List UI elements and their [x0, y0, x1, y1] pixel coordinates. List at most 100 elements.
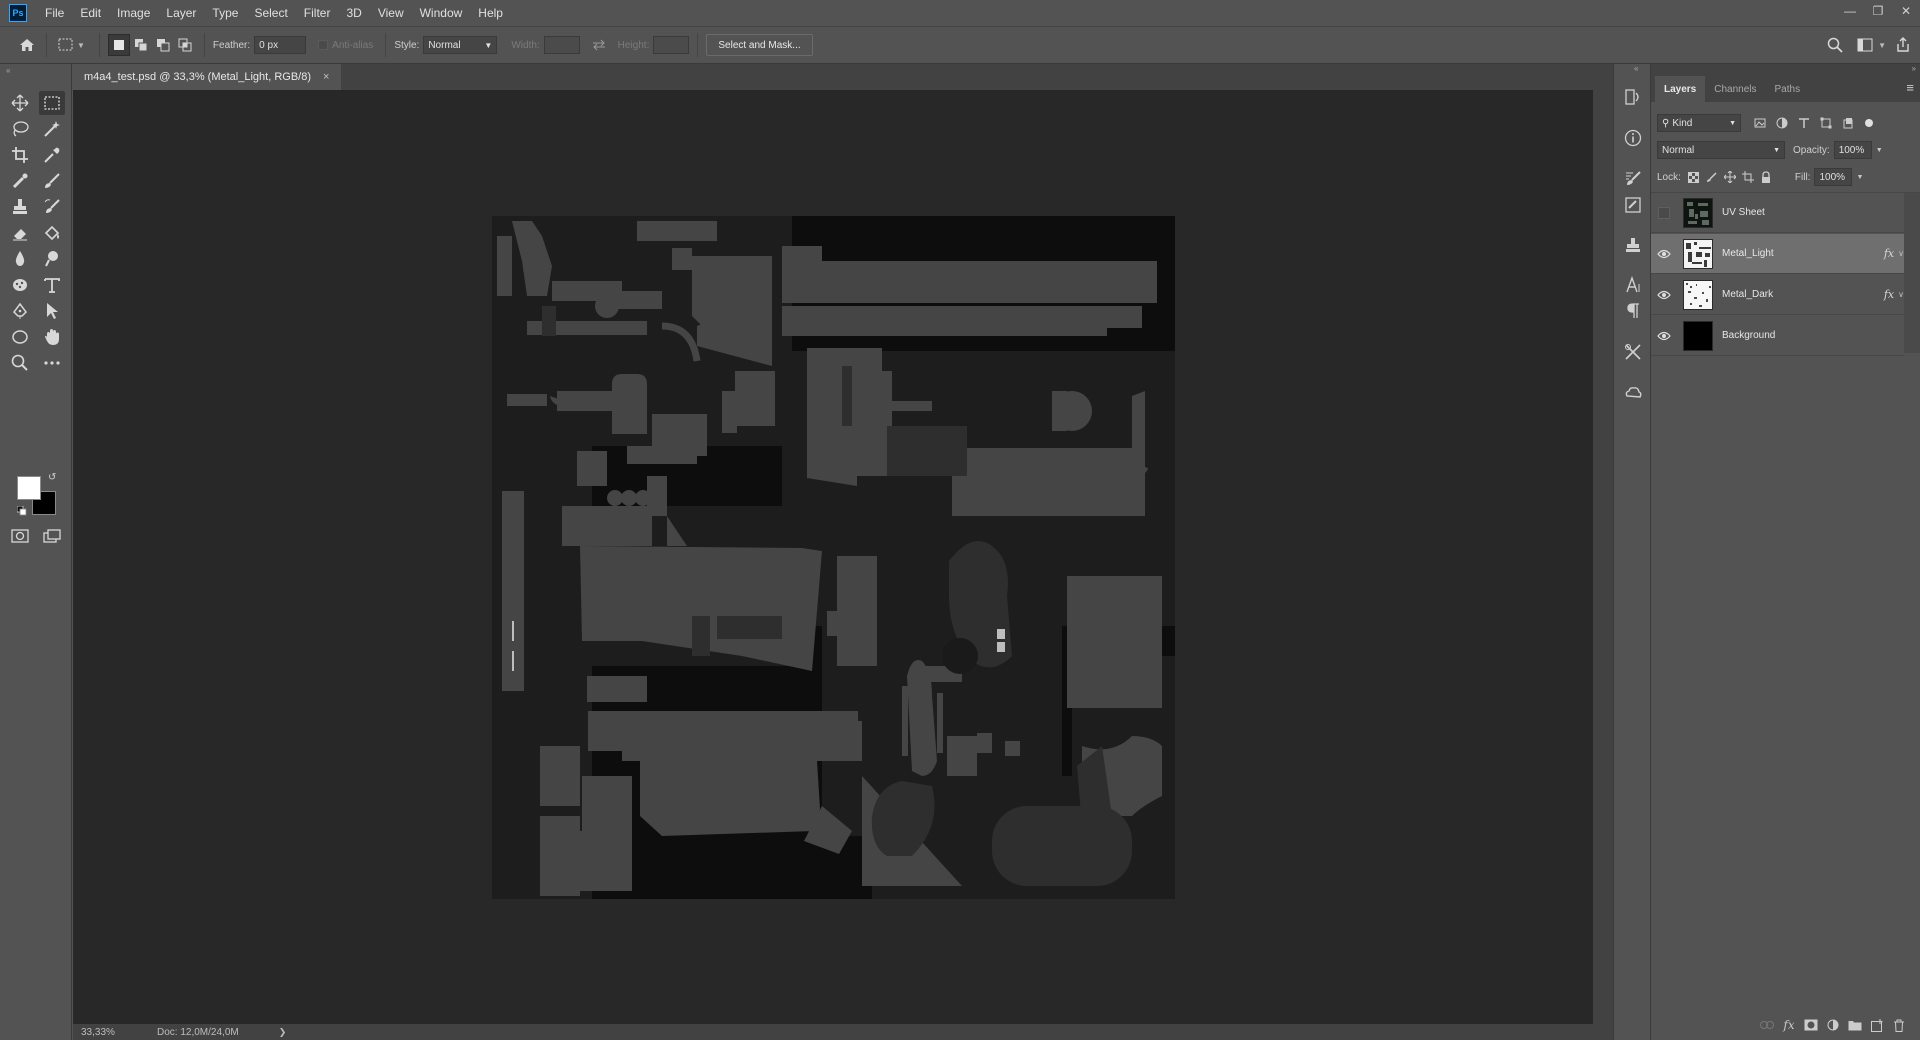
close-icon[interactable]: ✕	[1892, 0, 1920, 22]
menu-layer[interactable]: Layer	[158, 0, 204, 26]
quick-mask-icon[interactable]	[7, 524, 33, 548]
tool-presets-icon[interactable]	[1622, 341, 1644, 363]
sponge-tool-icon[interactable]	[7, 273, 33, 297]
layers-scrollbar[interactable]	[1904, 193, 1920, 353]
blur-tool-icon[interactable]	[7, 247, 33, 271]
healing-brush-tool-icon[interactable]	[7, 169, 33, 193]
marquee-preset-icon[interactable]	[55, 34, 77, 56]
eyedropper-tool-icon[interactable]	[39, 143, 65, 167]
new-selection-icon[interactable]	[107, 34, 130, 56]
menu-window[interactable]: Window	[412, 0, 471, 26]
libraries-panel-icon[interactable]	[1622, 382, 1644, 404]
antialias-checkbox[interactable]	[318, 40, 329, 50]
lock-transparent-pixels-icon[interactable]	[1685, 166, 1703, 188]
dodge-tool-icon[interactable]	[39, 247, 65, 271]
menu-3d[interactable]: 3D	[338, 0, 369, 26]
menu-filter[interactable]: Filter	[296, 0, 339, 26]
minimize-icon[interactable]: —	[1836, 0, 1864, 22]
eraser-tool-icon[interactable]	[7, 221, 33, 245]
hand-tool-icon[interactable]	[39, 325, 65, 349]
menu-type[interactable]: Type	[204, 0, 246, 26]
lasso-tool-icon[interactable]	[7, 117, 33, 141]
home-icon[interactable]	[16, 34, 38, 56]
chevron-down-icon[interactable]: ▼	[77, 41, 85, 50]
filter-type-icon[interactable]	[1793, 112, 1815, 134]
blend-mode-select[interactable]: Normal ▼	[1657, 141, 1785, 159]
move-tool-icon[interactable]	[7, 91, 33, 115]
fill-input[interactable]: 100%	[1814, 168, 1853, 186]
eye-icon[interactable]	[1651, 275, 1677, 315]
restore-icon[interactable]: ❐	[1864, 0, 1892, 22]
crop-tool-icon[interactable]	[7, 143, 33, 167]
menu-file[interactable]: File	[37, 0, 72, 26]
chevron-down-icon[interactable]: ▼	[1878, 41, 1886, 50]
document-tab[interactable]: m4a4_test.psd @ 33,3% (Metal_Light, RGB/…	[73, 64, 342, 90]
layer-effects-icon[interactable]: fx	[1884, 288, 1894, 301]
tab-channels[interactable]: Channels	[1705, 76, 1765, 102]
paragraph-panel-icon[interactable]	[1622, 300, 1644, 322]
default-colors-icon[interactable]	[16, 505, 27, 516]
filter-adjustment-icon[interactable]	[1771, 112, 1793, 134]
eye-icon[interactable]	[1651, 234, 1677, 274]
lock-image-pixels-icon[interactable]	[1703, 166, 1721, 188]
lock-position-icon[interactable]	[1721, 166, 1739, 188]
eye-icon[interactable]	[1651, 316, 1677, 356]
intersect-selection-icon[interactable]	[174, 34, 196, 56]
delete-layer-icon[interactable]	[1888, 1014, 1910, 1036]
chevron-down-icon[interactable]: ∨	[1898, 249, 1904, 258]
history-panel-icon[interactable]	[1622, 86, 1644, 108]
new-group-icon[interactable]	[1844, 1014, 1866, 1036]
chevron-down-icon[interactable]: ▼	[1856, 174, 1863, 181]
subtract-from-selection-icon[interactable]	[152, 34, 174, 56]
history-brush-tool-icon[interactable]	[39, 195, 65, 219]
menu-edit[interactable]: Edit	[72, 0, 109, 26]
filter-shape-icon[interactable]	[1815, 112, 1837, 134]
chevron-down-icon[interactable]: ∨	[1898, 290, 1904, 299]
clone-source-icon[interactable]	[1622, 234, 1644, 256]
add-mask-icon[interactable]	[1800, 1014, 1822, 1036]
foreground-color-swatch[interactable]	[17, 476, 41, 500]
menu-image[interactable]: Image	[109, 0, 158, 26]
search-icon[interactable]	[1824, 34, 1846, 56]
layer-row[interactable]: UV Sheet	[1651, 193, 1904, 233]
workspace-icon[interactable]	[1854, 34, 1876, 56]
panel-menu-icon[interactable]: ≡	[1906, 80, 1914, 95]
layer-row[interactable]: Metal_Light fx ∨	[1651, 234, 1904, 274]
lock-artboard-icon[interactable]	[1739, 166, 1757, 188]
chevron-down-icon[interactable]: ▼	[1876, 147, 1883, 154]
clone-stamp-tool-icon[interactable]	[7, 195, 33, 219]
share-icon[interactable]	[1892, 34, 1914, 56]
link-layers-icon[interactable]	[1756, 1014, 1778, 1036]
filter-kind-select[interactable]: ⚲ Kind ▼	[1657, 114, 1741, 132]
filter-pixel-icon[interactable]	[1749, 112, 1771, 134]
add-layer-style-icon[interactable]: fx	[1778, 1014, 1800, 1036]
layer-visibility-toggle[interactable]	[1651, 193, 1677, 233]
opacity-input[interactable]: 100%	[1833, 141, 1872, 159]
layer-effects-icon[interactable]: fx	[1884, 247, 1894, 260]
menu-select[interactable]: Select	[246, 0, 295, 26]
style-select[interactable]: Normal ▼	[423, 36, 498, 54]
brush-tool-icon[interactable]	[39, 169, 65, 193]
menu-view[interactable]: View	[370, 0, 412, 26]
add-to-selection-icon[interactable]	[130, 34, 152, 56]
filter-toggle-icon[interactable]	[1865, 119, 1873, 127]
width-input[interactable]	[543, 36, 580, 54]
path-selection-tool-icon[interactable]	[39, 299, 65, 323]
tab-paths[interactable]: Paths	[1766, 76, 1810, 102]
lock-all-icon[interactable]	[1757, 166, 1775, 188]
status-menu-arrow-icon[interactable]: ❯	[279, 1027, 287, 1038]
panel-collapse-icon[interactable]: «	[6, 66, 10, 75]
panel-collapse-bar[interactable]: »	[1651, 64, 1920, 76]
filter-smart-object-icon[interactable]	[1837, 112, 1859, 134]
close-tab-icon[interactable]: ×	[323, 71, 329, 83]
magic-wand-tool-icon[interactable]	[39, 117, 65, 141]
panel-expand-icon[interactable]: »	[1912, 64, 1916, 73]
layer-row[interactable]: Background	[1651, 316, 1904, 356]
brush-settings-icon[interactable]	[1622, 167, 1644, 189]
vertical-scrollbar[interactable]	[1593, 90, 1613, 1024]
tab-layers[interactable]: Layers	[1655, 76, 1706, 102]
feather-input[interactable]: 0 px	[254, 36, 307, 54]
rectangular-marquee-tool-icon[interactable]	[39, 91, 65, 115]
more-tools-icon[interactable]	[39, 351, 65, 375]
paint-bucket-tool-icon[interactable]	[39, 221, 65, 245]
